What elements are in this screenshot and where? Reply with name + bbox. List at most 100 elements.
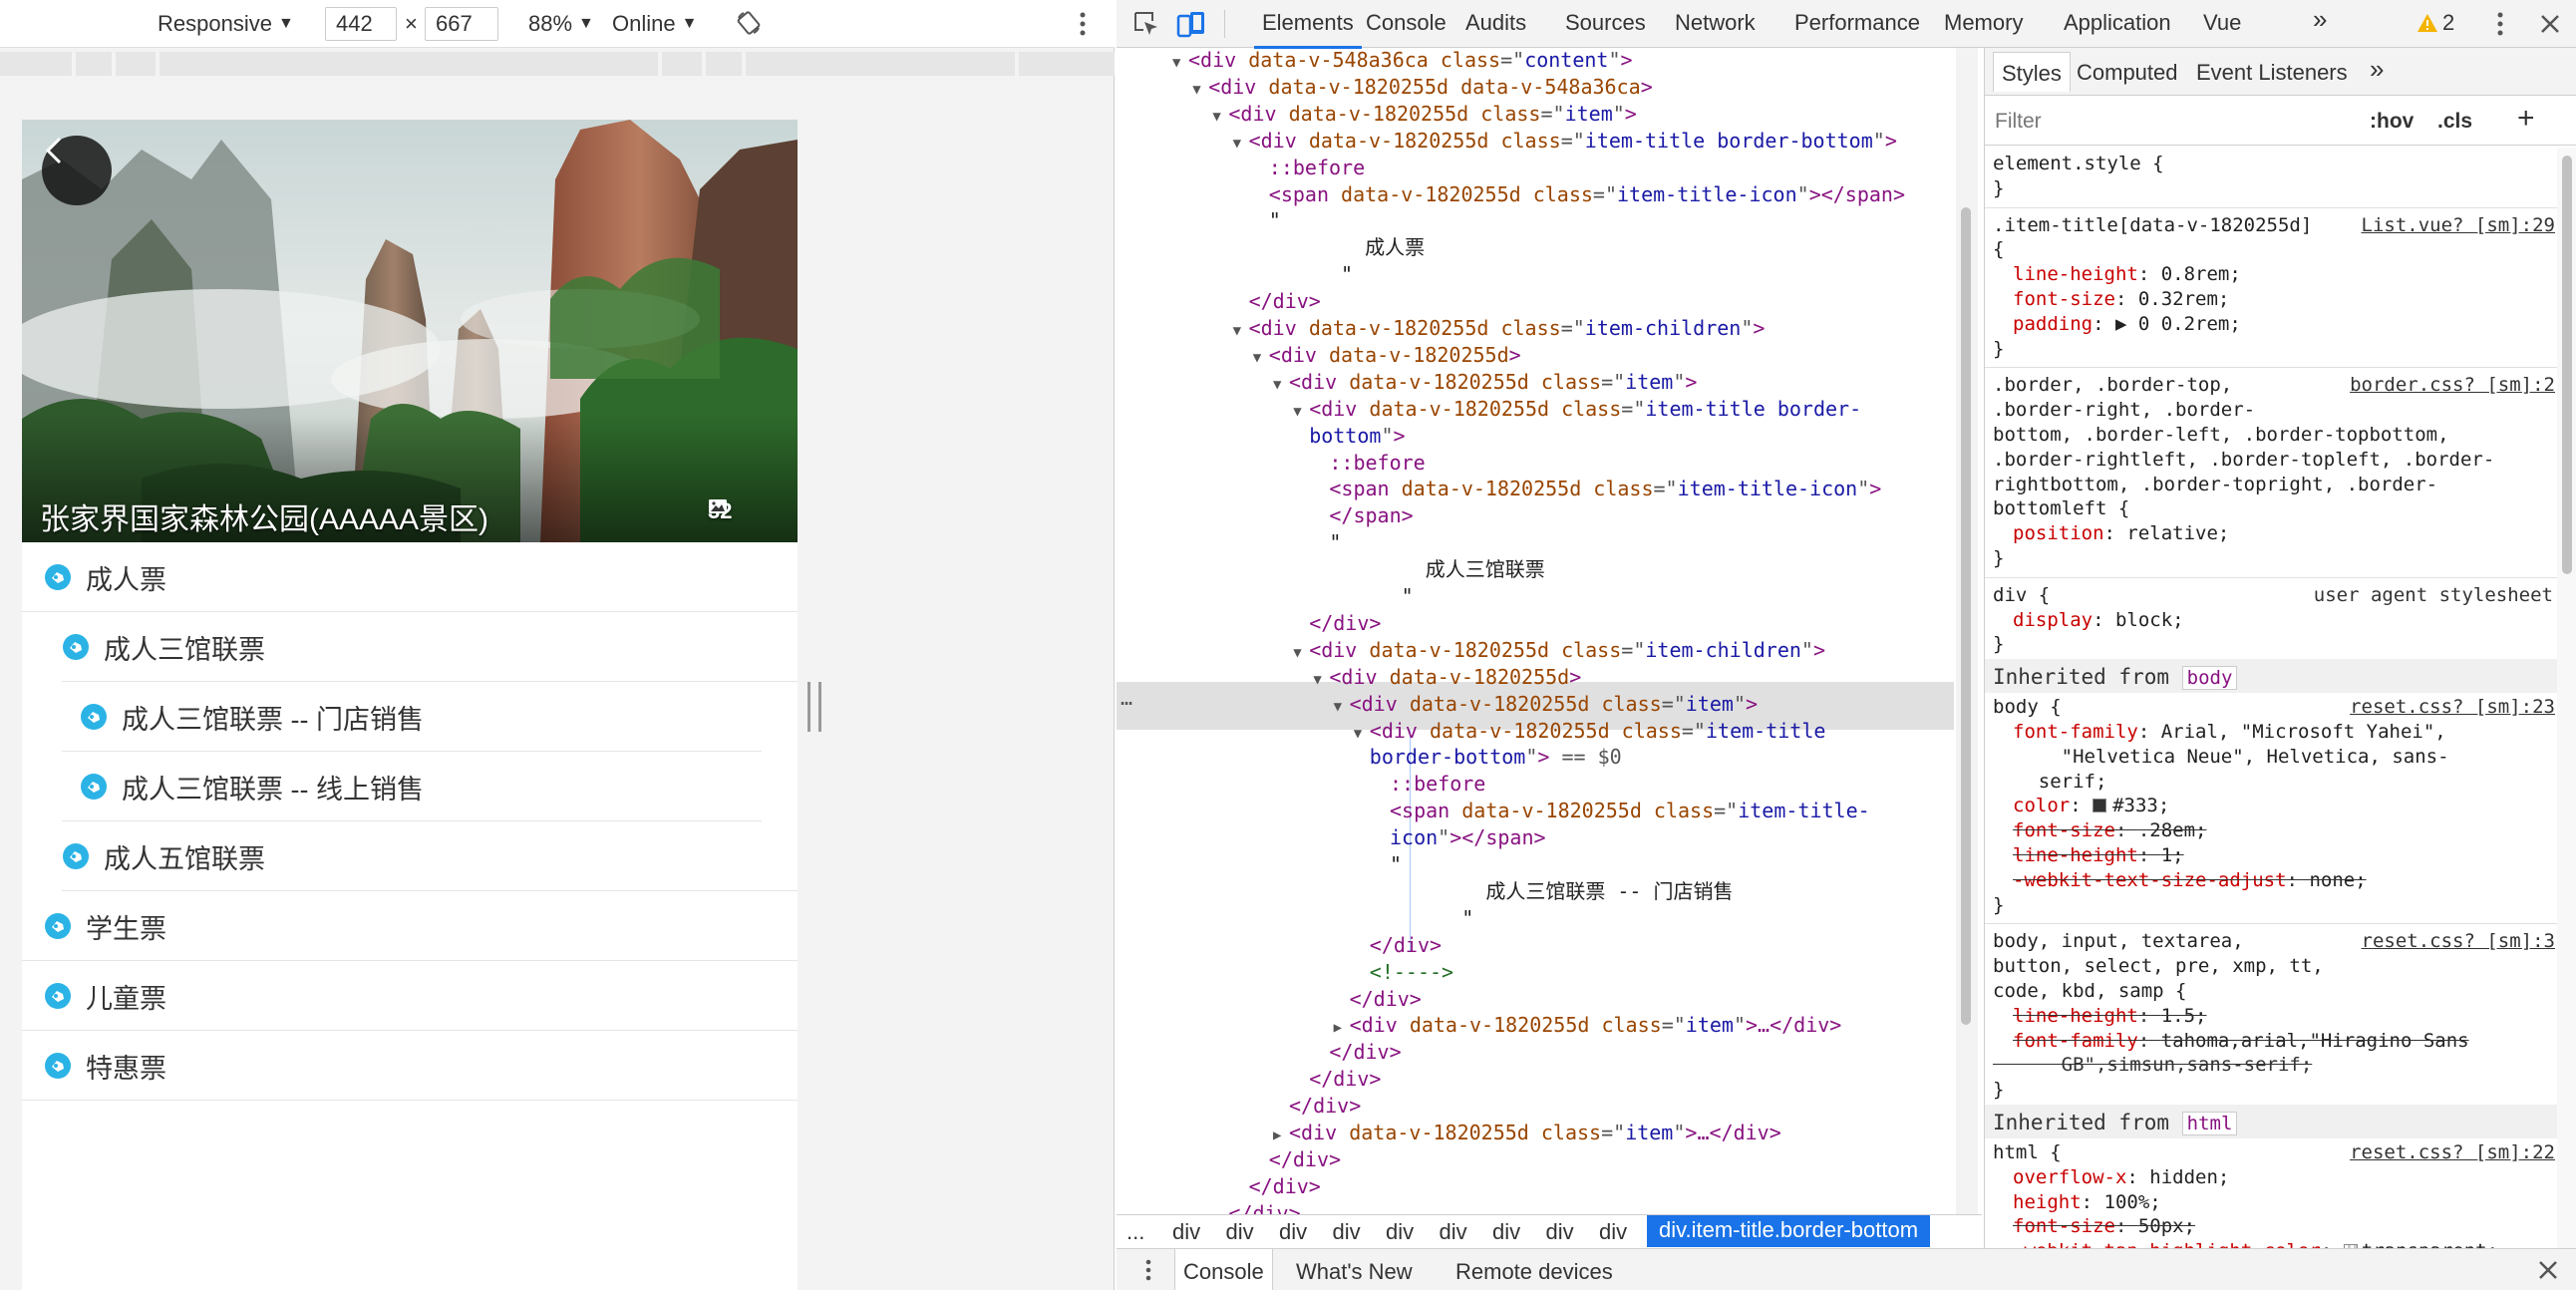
dom-node-line[interactable]: </div> — [1334, 987, 1422, 1011]
expand-toggle-icon[interactable]: ▼ — [1192, 78, 1208, 102]
style-declaration[interactable]: font-family: Arial, "Microsoft Yahei", — [1985, 720, 2563, 744]
more-tabs-icon[interactable]: » — [2313, 4, 2327, 35]
expand-toggle-icon[interactable]: ▶ — [1273, 1124, 1289, 1147]
property-value[interactable]: 0.32rem; — [2138, 288, 2230, 310]
device-toolbar-toggle-icon[interactable] — [1176, 10, 1206, 38]
property-value[interactable]: 50px; — [2138, 1215, 2195, 1237]
property-value[interactable]: tahoma,arial,"Hiragino Sans — [2161, 1030, 2469, 1052]
property-name[interactable]: height — [2013, 1191, 2082, 1213]
dom-node-line[interactable]: 成人票 — [1253, 235, 1425, 259]
dom-node-line[interactable]: ▼ <div data-v-1820255d class="item-title … — [1233, 129, 1897, 153]
node-actions-icon[interactable]: … — [1121, 686, 1132, 710]
ticket-item[interactable]: 成人三馆联票 -- 线上销售 — [22, 752, 798, 821]
media-query-bar[interactable] — [0, 52, 1115, 80]
property-value[interactable]: 1; — [2161, 844, 2184, 866]
ticket-item[interactable]: 儿童票 — [22, 961, 798, 1031]
close-drawer-icon[interactable] — [2536, 1257, 2560, 1283]
tab-application[interactable]: Application — [2064, 10, 2171, 36]
dom-node-line[interactable]: ▼ <div data-v-1820255d class="item-childr… — [1293, 638, 1825, 662]
property-name[interactable]: color — [2013, 795, 2070, 816]
ticket-item[interactable]: 特惠票 — [22, 1031, 798, 1101]
source-link[interactable]: reset.css? [sm]:23 — [2350, 695, 2555, 719]
expand-toggle-icon[interactable]: ▼ — [1212, 105, 1228, 129]
property-name[interactable]: display — [2013, 609, 2093, 631]
style-declaration[interactable]: font-size: 0.32rem; — [1985, 287, 2563, 311]
breadcrumb-ellipsis[interactable]: ... — [1127, 1219, 1144, 1245]
inherited-node-link[interactable]: html — [2181, 1112, 2238, 1135]
dom-node-line[interactable]: </div> — [1313, 1040, 1401, 1064]
dom-node-line[interactable]: </div> — [1273, 1094, 1361, 1118]
dom-node-line[interactable]: ▼ <div data-v-1820255d class="item-childr… — [1233, 316, 1766, 340]
tab-network[interactable]: Network — [1675, 10, 1756, 36]
dom-node-line[interactable]: 成人三馆联票 -- 门店销售 — [1374, 879, 1733, 903]
dom-node-line[interactable]: " — [1313, 530, 1341, 554]
property-value[interactable]: relative; — [2126, 522, 2229, 544]
dom-node-line[interactable]: <span data-v-1820255d class="item-title-… — [1313, 477, 1881, 500]
ticket-item[interactable]: 成人五馆联票 — [22, 821, 798, 891]
customize-devtools-icon[interactable] — [2494, 10, 2506, 38]
expand-toggle-icon[interactable]: ▼ — [1293, 641, 1309, 665]
style-declaration[interactable]: position: relative; — [1985, 521, 2563, 545]
property-value[interactable]: #333; — [2112, 795, 2169, 816]
more-options-icon[interactable] — [1077, 10, 1089, 38]
expand-toggle-icon[interactable]: ▼ — [1334, 695, 1350, 719]
warnings-counter[interactable]: 2 — [2416, 10, 2454, 36]
dom-node-line[interactable]: <span data-v-1820255d class="item-title- — [1374, 799, 1870, 822]
breadcrumb-item[interactable]: div — [1279, 1219, 1307, 1245]
source-link[interactable]: reset.css? [sm]:3 — [2362, 929, 2555, 953]
dom-node-line[interactable]: ▼ <div data-v-1820255d data-v-548a36ca> — [1192, 75, 1653, 99]
property-value[interactable]: none; — [2309, 869, 2366, 891]
property-value[interactable]: block; — [2115, 609, 2184, 631]
dom-node-line[interactable]: </div> — [1212, 1201, 1300, 1214]
dom-node-line[interactable]: ▼ <div data-v-1820255d class="item"> — [1212, 102, 1636, 126]
ticket-item[interactable]: 成人三馆联票 — [22, 612, 798, 682]
dom-node-line[interactable]: " — [1374, 906, 1473, 930]
source-link[interactable]: List.vue? [sm]:29 — [2362, 213, 2555, 237]
dom-node-line[interactable]: <!----> — [1354, 960, 1453, 984]
expand-toggle-icon[interactable]: ▶ — [1334, 1016, 1350, 1040]
property-name[interactable]: overflow-x — [2013, 1166, 2126, 1188]
dom-node-line[interactable]: " — [1253, 208, 1281, 232]
dom-node-line[interactable]: 成人三馆联票 — [1313, 557, 1545, 581]
property-value[interactable]: ▶ 0 0.2rem; — [2115, 313, 2241, 335]
dom-node-line[interactable]: ▼ <div data-v-548a36ca class="content"> — [1172, 48, 1633, 72]
property-name[interactable]: font-size — [2013, 288, 2115, 310]
style-declaration[interactable]: line-height: 1; — [1985, 843, 2563, 867]
device-height-input[interactable] — [425, 7, 498, 41]
tab-vue[interactable]: Vue — [2203, 10, 2241, 36]
style-declaration[interactable]: padding: ▶ 0 0.2rem; — [1985, 312, 2563, 336]
breadcrumb-item[interactable]: div — [1599, 1219, 1627, 1245]
dom-node-line[interactable]: <span data-v-1820255d class="item-title-… — [1253, 182, 1905, 206]
source-link[interactable]: reset.css? [sm]:22 — [2350, 1140, 2555, 1164]
device-mode-dropdown[interactable]: Responsive ▼ — [158, 11, 294, 37]
tab-audits[interactable]: Audits — [1465, 10, 1526, 36]
back-button[interactable] — [42, 136, 112, 205]
property-name[interactable]: padding — [2013, 313, 2093, 335]
tab-console[interactable]: Console — [1366, 10, 1447, 36]
class-toggle[interactable]: .cls — [2437, 110, 2472, 134]
styles-scrollbar[interactable] — [2557, 148, 2576, 1248]
expand-toggle-icon[interactable]: ▼ — [1233, 319, 1249, 343]
property-name[interactable]: -webkit-text-size-adjust — [2013, 869, 2287, 891]
drawer-tab-console[interactable]: Console — [1174, 1249, 1273, 1290]
dom-node-line[interactable]: border-bottom"> == $0 — [1354, 745, 1622, 769]
ticket-item[interactable]: 成人三馆联票 -- 门店销售 — [22, 682, 798, 752]
property-name[interactable]: line-height — [2013, 844, 2138, 866]
expand-toggle-icon[interactable]: ▼ — [1273, 373, 1289, 397]
breadcrumb-item[interactable]: div — [1492, 1219, 1520, 1245]
dom-node-line[interactable]: </div> — [1354, 933, 1442, 957]
dom-node-line[interactable]: icon"></span> — [1374, 825, 1546, 849]
tab-styles[interactable]: Styles — [1993, 52, 2071, 92]
style-declaration[interactable]: height: 100%; — [1985, 1190, 2563, 1214]
style-declaration[interactable]: -webkit-tap-highlight-color: transparent… — [1985, 1239, 2563, 1248]
zoom-dropdown[interactable]: 88% ▼ — [528, 11, 594, 37]
tab-performance[interactable]: Performance — [1794, 10, 1920, 36]
property-value[interactable]: Arial, "Microsoft Yahei", — [2161, 721, 2446, 743]
ticket-item[interactable]: 学生票 — [22, 891, 798, 961]
breadcrumb-current[interactable]: div.item-title.border-bottom — [1647, 1215, 1931, 1247]
dom-node-line[interactable]: ▼ <div data-v-1820255d> — [1313, 665, 1581, 689]
dom-node-line[interactable]: " — [1253, 262, 1353, 286]
dom-node-line[interactable]: ▶ <div data-v-1820255d class="item">…</di… — [1273, 1121, 1781, 1144]
property-name[interactable]: -webkit-tap-highlight-color — [2013, 1240, 2321, 1248]
tab-event-listeners[interactable]: Event Listeners — [2196, 60, 2348, 86]
